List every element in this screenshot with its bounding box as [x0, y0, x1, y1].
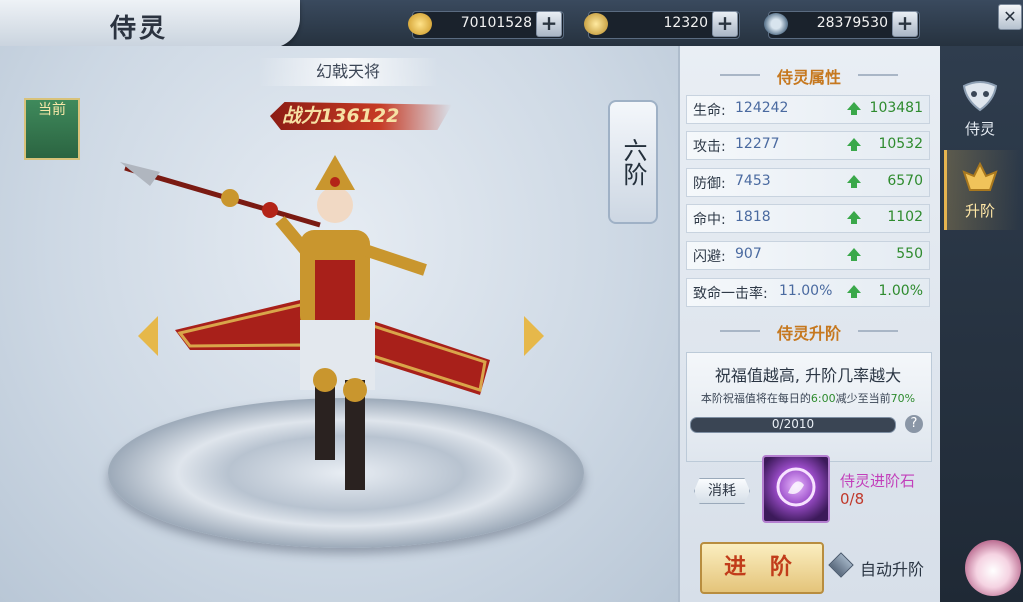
stat-value: 7453 [735, 173, 771, 189]
grade-plaque: 六阶 [608, 100, 658, 224]
advance-crest-icon [962, 161, 998, 191]
add-bound-gold-button[interactable]: + [712, 11, 738, 37]
current-badge: 当前 [24, 98, 80, 160]
coin-icon [764, 13, 788, 35]
bound-gold-icon [584, 13, 608, 35]
blessing-note-percent: 70% [890, 392, 916, 405]
stat-increase: 1.00% [878, 283, 923, 299]
stat-label: 攻击: [693, 139, 726, 155]
page-title: 侍灵 [110, 14, 169, 44]
stat-label: 防御: [693, 176, 726, 192]
stat-increase: 550 [896, 246, 923, 262]
increase-arrow-stem [851, 182, 857, 188]
advance-button[interactable]: 进 阶 [700, 542, 824, 594]
stat-label: 生命: [693, 103, 726, 119]
stat-increase: 6570 [887, 173, 923, 189]
stat-row-hit: 命中: 1818 1102 [686, 204, 930, 233]
increase-arrow-stem [851, 145, 857, 151]
spirit-name: 幻戟天将 [258, 58, 438, 86]
blessing-note-time: 6:00 [810, 392, 836, 405]
lotus-decoration [965, 540, 1021, 596]
stat-increase: 10532 [878, 136, 923, 152]
stat-label: 闪避: [693, 249, 726, 265]
blessing-tip: 祝福值越高, 升阶几率越大 [714, 366, 902, 385]
stat-label: 命中: [693, 212, 726, 228]
auto-advance-label: 自动升阶 [860, 560, 925, 579]
add-coin-button[interactable]: + [892, 11, 918, 37]
gold-ingot-icon [408, 13, 432, 35]
close-button[interactable]: ✕ [998, 4, 1022, 30]
help-icon[interactable]: ? [905, 415, 923, 433]
next-spirit-arrow-icon[interactable] [524, 316, 544, 356]
tab-spirit-label: 侍灵 [964, 120, 995, 138]
add-gold-button[interactable]: + [536, 11, 562, 37]
stat-row-dodge: 闪避: 907 550 [686, 241, 930, 270]
stat-row-attack: 攻击: 12277 10532 [686, 131, 930, 160]
stat-row-crit: 致命一击率: 11.00% 1.00% [686, 278, 930, 307]
stat-row-defense: 防御: 7453 6570 [686, 168, 930, 197]
bound-gold-amount: 12320 [663, 15, 708, 31]
increase-arrow-stem [851, 255, 857, 261]
advance-stone-icon [776, 467, 816, 507]
combat-power: 战力136122 [270, 102, 452, 130]
tab-advance[interactable]: 升阶 [948, 160, 1012, 230]
stat-label: 致命一击率: [693, 286, 768, 302]
blessing-progress-text: 0/2010 [771, 417, 815, 431]
stat-increase: 1102 [887, 209, 923, 225]
advance-stone-item-slot[interactable] [762, 455, 830, 523]
blessing-note-prefix: 本阶祝福值将在每日的 [700, 392, 811, 405]
advance-title: 侍灵升阶 [776, 324, 841, 343]
consume-label: 消耗 [694, 478, 750, 504]
stat-row-hp: 生命: 124242 103481 [686, 95, 930, 124]
tab-spirit[interactable]: 侍灵 [948, 78, 1012, 148]
stat-value: 12277 [735, 136, 780, 152]
increase-arrow-stem [851, 292, 857, 298]
stat-value: 11.00% [779, 283, 833, 299]
stat-value: 124242 [735, 100, 789, 116]
gold-amount: 70101528 [460, 15, 532, 31]
spirit-character-figure [120, 155, 490, 490]
tab-advance-label: 升阶 [964, 202, 995, 220]
increase-arrow-stem [851, 218, 857, 224]
spirit-mask-icon [962, 81, 998, 112]
blessing-note-middle: 减少至当前 [835, 392, 891, 405]
item-name: 侍灵进阶石 [840, 472, 916, 490]
increase-arrow-stem [851, 109, 857, 115]
stat-increase: 103481 [869, 100, 923, 116]
current-badge-text: 当前 [38, 102, 66, 118]
blessing-note: 本阶祝福值将在每日的6:00减少至当前70% [686, 390, 930, 406]
spirit-character [120, 150, 500, 500]
coin-amount: 28379530 [816, 15, 888, 31]
attributes-title: 侍灵属性 [776, 68, 841, 87]
stat-value: 1818 [735, 209, 771, 225]
stat-value: 907 [735, 246, 762, 262]
item-count: 0/8 [840, 490, 865, 508]
